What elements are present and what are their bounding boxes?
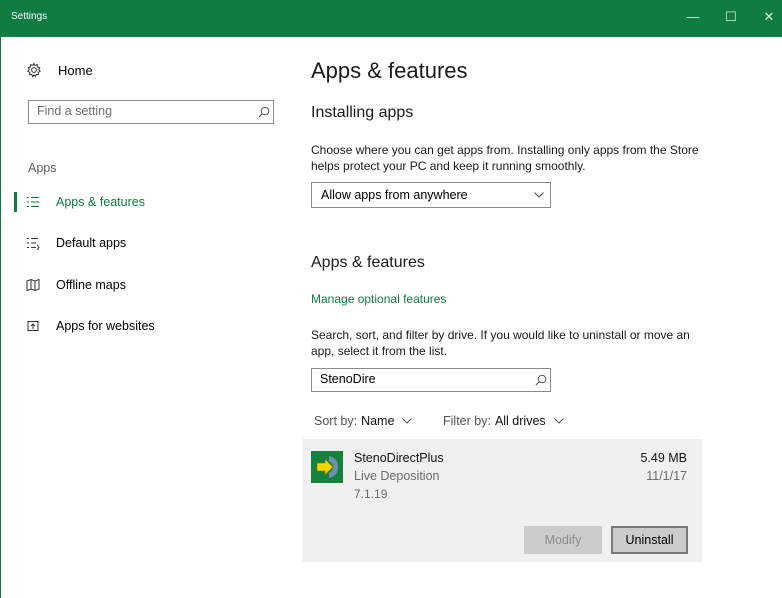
uninstall-button[interactable]: Uninstall [611, 526, 688, 554]
window-border [0, 0, 1, 598]
stenodirectplus-app-icon [311, 451, 343, 483]
sidebar-item-offline-maps[interactable]: Offline maps [14, 273, 294, 297]
page-title: Apps & features [311, 58, 468, 83]
sort-by-value: Name [361, 414, 395, 428]
filter-by-value: All drives [494, 414, 546, 428]
app-version: 7.1.19 [354, 487, 388, 501]
search-icon[interactable] [258, 106, 270, 118]
gear-icon [27, 62, 41, 78]
install-source-dropdown[interactable]: Allow apps from anywhere [311, 182, 551, 208]
apps-search-description: Search, sort, and filter by drive. If yo… [311, 328, 690, 358]
chevron-down-icon [553, 418, 564, 424]
indicator-spacer [14, 275, 17, 295]
app-list-item[interactable]: StenoDirectPlus Live Deposition 7.1.19 5… [302, 439, 702, 562]
indicator-spacer [14, 316, 17, 336]
web-app-icon [27, 321, 39, 331]
manage-optional-features-link[interactable]: Manage optional features [311, 292, 446, 306]
sidebar-item-apps-features[interactable]: Apps & features [14, 190, 294, 214]
sort-by-control[interactable]: Sort by: Name [314, 414, 413, 428]
sidebar-section-header: Apps [28, 161, 57, 175]
apps-list-icon [27, 197, 39, 207]
app-name: StenoDirectPlus [354, 451, 444, 465]
sidebar-item-label: Apps for websites [56, 319, 155, 333]
installing-apps-heading: Installing apps [311, 104, 414, 121]
installing-apps-description: Choose where you can get apps from. Inst… [311, 143, 699, 173]
install-source-value: Allow apps from anywhere [321, 188, 468, 202]
sidebar-item-apps-for-websites[interactable]: Apps for websites [14, 314, 294, 338]
default-apps-icon [27, 238, 40, 250]
indicator-spacer [14, 233, 17, 253]
sidebar-item-label: Apps & features [56, 195, 145, 209]
chevron-down-icon [534, 192, 544, 198]
app-install-date: 11/1/17 [646, 469, 687, 483]
close-button[interactable]: ✕ [754, 9, 782, 25]
active-indicator [14, 192, 17, 212]
apps-features-heading: Apps & features [311, 254, 425, 271]
filter-by-label: Filter by: [443, 414, 491, 428]
chevron-down-icon [402, 418, 413, 424]
app-size: 5.49 MB [640, 451, 687, 465]
sort-by-label: Sort by: [314, 414, 358, 428]
modify-button[interactable]: Modify [524, 526, 602, 554]
app-list-search[interactable] [311, 368, 551, 392]
title-bar: Settings — ☐ ✕ [0, 0, 782, 37]
find-setting-search[interactable] [28, 100, 274, 124]
window-title: Settings [11, 11, 48, 22]
filter-by-control[interactable]: Filter by: All drives [443, 414, 564, 428]
app-search-input[interactable] [320, 372, 520, 386]
maximize-button[interactable]: ☐ [716, 9, 746, 25]
sidebar-item-label: Offline maps [56, 278, 126, 292]
search-icon[interactable] [535, 374, 547, 386]
sidebar-home[interactable]: Home [26, 62, 93, 78]
map-icon [26, 278, 40, 292]
find-setting-input[interactable] [37, 104, 237, 118]
home-label: Home [58, 62, 93, 78]
app-publisher: Live Deposition [354, 469, 440, 483]
sidebar-item-label: Default apps [56, 236, 127, 250]
minimize-button[interactable]: — [678, 9, 708, 24]
sidebar-item-default-apps[interactable]: Default apps [14, 231, 294, 255]
